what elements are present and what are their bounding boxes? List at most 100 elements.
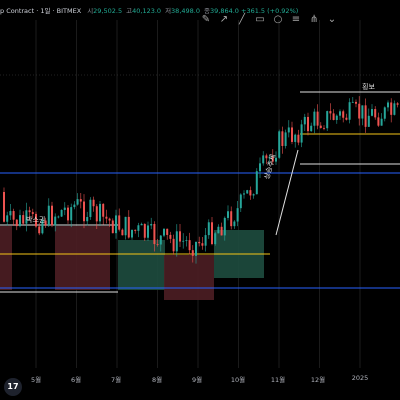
x-tick-label: 8월 [151,376,163,384]
candle [371,109,373,116]
candle [217,226,220,234]
candle [175,231,178,252]
candle [351,101,354,103]
time-axis[interactable]: 5월 6월 7월 8월 9월 10월 11월 12월 2025 [0,368,400,400]
fib-icon[interactable]: ≡ [290,14,302,26]
candle [105,216,108,219]
candle [143,223,146,238]
x-tick-label: 7월 [110,376,122,384]
candle [319,125,322,128]
candle [332,113,335,120]
candle [12,211,15,220]
candle [355,101,357,104]
candle [303,116,306,125]
candle [342,111,345,118]
pitchfork-icon[interactable]: ⋔ [308,14,320,26]
candle [367,115,370,127]
candle [79,199,82,202]
candle [345,117,348,120]
x-tick-label: 6월 [70,376,82,384]
candle [38,226,41,234]
pencil-icon[interactable]: ✎ [200,14,212,26]
candle [131,229,133,238]
candle [111,220,114,234]
candle [163,228,165,236]
candle [383,107,386,119]
circle-icon[interactable]: ○ [272,14,284,26]
candle [335,115,338,120]
x-tick-label: 10월 [230,376,246,384]
candle [294,134,297,142]
zone-box [0,226,12,290]
candle [329,111,332,114]
candle [73,204,76,208]
candle [95,206,98,222]
candle [63,207,66,210]
ray-icon[interactable]: ╱ [236,14,248,26]
candle [387,102,389,108]
candle [169,234,172,239]
x-tick-label: 11월 [270,376,286,384]
candle [121,229,124,236]
candle [115,215,117,234]
candle [201,243,204,246]
candle [300,124,303,143]
candle [291,127,293,142]
candle [393,103,396,115]
candle [22,215,25,224]
candle [137,225,140,231]
candle [380,118,383,126]
candle [147,225,149,238]
arrow-icon[interactable]: ↗ [218,14,230,26]
candle [233,221,236,227]
ohlc-open: 시29,502.5 [87,7,123,15]
candle [316,111,319,126]
candle [134,229,137,231]
candle [259,163,261,172]
symbol-label[interactable]: p Contract · 1일 · BITMEX [0,5,81,15]
x-tick-label: 2025 [351,374,369,382]
candle [223,217,226,236]
candle [297,134,300,143]
candle [377,117,380,126]
candle [188,240,191,251]
chevron-down-icon[interactable]: ⌄ [326,14,338,26]
candle [140,223,143,226]
candle [281,131,284,146]
annotation-box-zone: 박스권 [26,216,46,224]
drawing-toolbar: ✎ ↗ ╱ ▭ ○ ≡ ⋔ ⌄ [200,14,338,26]
rectangle-icon[interactable]: ▭ [254,14,266,26]
candle [287,127,290,133]
zone-box [55,226,110,290]
candle [67,207,69,221]
candle [195,241,197,256]
tradingview-logo[interactable]: 17 [4,378,22,396]
candle [70,207,73,221]
candle [243,193,245,195]
candle [220,226,223,236]
candle [278,131,281,158]
candle [166,228,169,235]
candle [284,132,287,146]
candle [207,222,210,236]
candle [313,111,316,126]
candle [150,223,153,226]
candle [3,192,5,222]
candle [390,102,393,115]
candle [374,109,377,118]
candle [28,210,31,213]
candle [185,240,188,241]
ohlc-low: 저38,498.0 [165,7,200,15]
candle [191,250,194,256]
candle [127,216,130,238]
chart-area[interactable]: p Contract · 1일 · BITMEX 시29,502.5 고40,1… [0,0,400,400]
candlestick-chart[interactable] [0,0,400,400]
candle [236,208,239,222]
candle [57,216,60,218]
x-tick-label: 9월 [191,376,203,384]
candle [54,216,57,226]
candle [89,199,92,218]
candle [358,103,361,119]
candle [239,194,242,209]
candle [6,215,9,222]
